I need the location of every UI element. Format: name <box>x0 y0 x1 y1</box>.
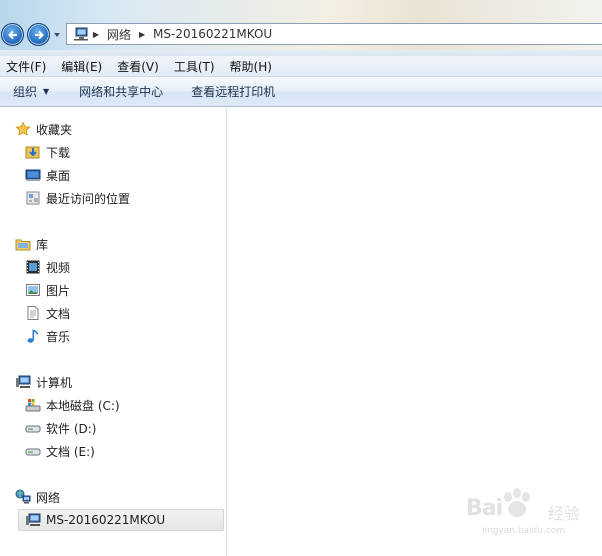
network-icon <box>15 489 31 505</box>
nav-item-label: 本地磁盘 (C:) <box>46 398 120 413</box>
document-icon <box>25 305 41 321</box>
network-computer-icon <box>74 27 88 41</box>
nav-item-label: 软件 (D:) <box>46 421 97 436</box>
nav-favorites[interactable]: 收藏夹 <box>0 118 227 140</box>
nav-item-pictures[interactable]: 图片 <box>0 279 227 301</box>
breadcrumb-computer[interactable]: MS-20160221MKOU <box>149 27 276 41</box>
watermark-brand: Bai <box>466 496 503 521</box>
system-drive-icon <box>25 397 41 413</box>
command-toolbar: 组织 ▼ 网络和共享中心 查看远程打印机 <box>0 77 602 107</box>
nav-item-label: 下载 <box>46 145 71 160</box>
watermark-brand-cn: 经验 <box>548 504 581 523</box>
desktop-icon <box>25 167 41 183</box>
watermark-url: jingyan.baidu.com <box>482 526 566 536</box>
navigation-pane: 收藏夹 下载 桌面 最近访问的位置 库 视频 图片 文档 音乐 计算机 本地磁盘… <box>0 108 227 556</box>
back-arrow-icon <box>7 30 17 39</box>
chevron-down-icon: ▼ <box>43 87 50 96</box>
music-note-icon <box>25 328 41 344</box>
nav-item-videos[interactable]: 视频 <box>0 256 227 278</box>
breadcrumb-separator[interactable]: ▶ <box>135 30 149 39</box>
nav-item-documents[interactable]: 文档 <box>0 302 227 324</box>
breadcrumb-network[interactable]: 网络 <box>103 26 135 43</box>
menu-tools[interactable]: 工具(T) <box>168 58 221 75</box>
paw-logo-icon <box>504 488 530 517</box>
nav-item-label: 音乐 <box>46 329 71 344</box>
nav-item-label: 视频 <box>46 260 71 275</box>
menu-edit[interactable]: 编辑(E) <box>55 58 108 75</box>
nav-item-label: 文档 <box>46 306 71 321</box>
window-titlebar: ▶ 网络 ▶ MS-20160221MKOU <box>0 0 602 56</box>
nav-item-music[interactable]: 音乐 <box>0 325 227 347</box>
network-computer-icon <box>25 512 41 528</box>
menu-view[interactable]: 查看(V) <box>111 58 165 75</box>
address-bar[interactable]: ▶ 网络 ▶ MS-20160221MKOU <box>66 23 602 45</box>
network-sharing-center-label: 网络和共享中心 <box>79 85 164 99</box>
library-folder-icon <box>15 236 31 252</box>
nav-item-network-computer[interactable]: MS-20160221MKOU <box>18 509 224 531</box>
nav-libraries[interactable]: 库 <box>0 233 227 255</box>
breadcrumb-separator[interactable]: ▶ <box>89 30 103 39</box>
nav-item-downloads[interactable]: 下载 <box>0 141 227 163</box>
menu-bar: 文件(F) 编辑(E) 查看(V) 工具(T) 帮助(H) <box>0 56 602 77</box>
nav-favorites-label: 收藏夹 <box>36 122 73 137</box>
video-icon <box>25 259 41 275</box>
baidu-jingyan-watermark: Bai 经验 jingyan.baidu.com <box>458 488 598 550</box>
nav-item-label: 最近访问的位置 <box>46 191 131 206</box>
menu-file[interactable]: 文件(F) <box>0 58 52 75</box>
menu-help[interactable]: 帮助(H) <box>224 58 278 75</box>
nav-item-drive-e[interactable]: 文档 (E:) <box>0 440 227 462</box>
nav-item-drive-d[interactable]: 软件 (D:) <box>0 417 227 439</box>
organize-button[interactable]: 组织 ▼ <box>5 80 57 104</box>
nav-network[interactable]: 网络 <box>0 486 227 508</box>
picture-icon <box>25 282 41 298</box>
hard-drive-icon <box>25 443 41 459</box>
nav-item-label: MS-20160221MKOU <box>46 513 166 527</box>
view-remote-printers-button[interactable]: 查看远程打印机 <box>183 80 283 104</box>
nav-computer[interactable]: 计算机 <box>0 371 227 393</box>
forward-arrow-icon <box>34 30 44 39</box>
nav-item-recent-places[interactable]: 最近访问的位置 <box>0 187 227 209</box>
computer-icon <box>15 374 31 390</box>
hard-drive-icon <box>25 420 41 436</box>
back-button[interactable] <box>1 23 24 46</box>
star-icon <box>15 121 31 137</box>
nav-network-label: 网络 <box>36 490 61 505</box>
nav-item-drive-c[interactable]: 本地磁盘 (C:) <box>0 394 227 416</box>
nav-item-label: 图片 <box>46 283 71 298</box>
nav-libraries-label: 库 <box>36 237 49 252</box>
nav-item-desktop[interactable]: 桌面 <box>0 164 227 186</box>
forward-button[interactable] <box>27 23 50 46</box>
organize-label: 组织 <box>13 85 38 99</box>
view-remote-printers-label: 查看远程打印机 <box>191 85 276 99</box>
recent-places-icon <box>25 190 41 206</box>
nav-computer-label: 计算机 <box>36 375 73 390</box>
nav-item-label: 桌面 <box>46 168 71 183</box>
downloads-folder-icon <box>25 144 41 160</box>
nav-item-label: 文档 (E:) <box>46 444 95 459</box>
recent-pages-dropdown-icon[interactable] <box>53 31 61 39</box>
network-sharing-center-button[interactable]: 网络和共享中心 <box>71 80 171 104</box>
